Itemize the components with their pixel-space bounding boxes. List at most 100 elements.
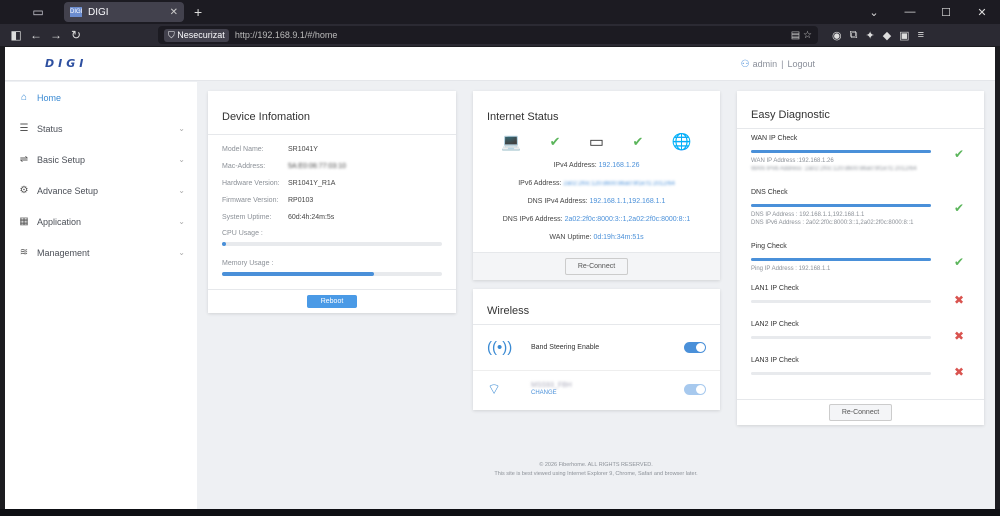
lan2-ip-check: LAN2 IP Check ✖ [737, 315, 984, 351]
internet-reconnect-button[interactable]: Re-Connect [564, 258, 629, 275]
band-steering-label: Band Steering Enable [531, 344, 600, 351]
user-icon: ⚇ [740, 59, 750, 70]
bookmark-star-icon[interactable]: ☆ [803, 30, 812, 41]
sidebar-item-label: Home [37, 92, 62, 103]
ssid-toggle[interactable] [684, 383, 706, 395]
ipv4-label: IPv4 Address: [553, 162, 597, 169]
forward-icon[interactable]: → [46, 28, 66, 42]
extension-2-icon[interactable]: ◆ [883, 29, 891, 42]
reload-icon[interactable]: ↻ [66, 28, 86, 42]
username: admin [752, 59, 778, 69]
account-icon[interactable]: ◉ [832, 29, 842, 42]
sidebar-item-application[interactable]: ▦ Application ⌄ [5, 206, 197, 237]
browser-tab[interactable]: DIGI DIGI ✕ [64, 2, 184, 22]
dns6-line: DNS IPv6 Address: 2a02:2f0c:8000:3::1,2a… [473, 211, 720, 229]
gear-icon: ⚙ [19, 185, 29, 196]
check-info: WAN IP Address :192.168.1.26 [751, 158, 834, 164]
menu-icon[interactable]: ≡ [918, 29, 924, 42]
browser-note-text: This site is best viewed using Internet … [494, 471, 698, 477]
sidebar-toggle-icon[interactable]: ◧ [6, 28, 26, 42]
model-name-row: Model Name: SR1041Y [222, 141, 456, 158]
page-footer: © 2026 Fiberhome. ALL RIGHTS RESERVED. T… [197, 461, 995, 479]
tab-overview-icon[interactable]: ▭ [26, 5, 50, 19]
diagnostic-reconnect-button[interactable]: Re-Connect [828, 404, 893, 421]
chevron-down-icon: ⌄ [178, 186, 185, 195]
diagnostic-card-footer: Re-Connect [737, 399, 984, 425]
new-tab-icon[interactable]: + [194, 4, 202, 20]
check-title: WAN IP Check [751, 135, 798, 142]
close-tab-icon[interactable]: ✕ [170, 7, 178, 18]
ssid-name: MSS93_FBH [531, 382, 572, 389]
band-steering-toggle[interactable] [684, 342, 706, 353]
dns4-label: DNS IPv4 Address: [527, 198, 588, 205]
check-fail-icon: ✖ [953, 293, 964, 307]
internet-status-card: Internet Status 💻 ✔ ▭ ✔ 🌐 IPv4 Address: … [473, 91, 720, 280]
device-info-card: Device Infomation Model Name: SR1041Y Mac… [208, 91, 456, 313]
address-bar[interactable]: ⛉ Nesecurizat http://192.168.9.1/#/home … [158, 26, 818, 44]
ipv4-value: 192.168.1.26 [598, 162, 640, 169]
sidebar-item-label: Basic Setup [37, 154, 86, 165]
stack-icon: ≋ [19, 247, 29, 258]
row-label: System Uptime: [222, 214, 272, 221]
address-bar-actions: ▤ ☆ [791, 30, 812, 41]
chevron-down-icon: ⌄ [178, 124, 185, 133]
back-icon[interactable]: ← [26, 28, 46, 42]
lan3-ip-check: LAN3 IP Check ✖ [737, 351, 984, 387]
check-progress-bar [751, 258, 931, 261]
digi-logo: DIGI [45, 57, 88, 70]
change-link[interactable]: CHANGE [531, 390, 557, 396]
firmware-version-row: Firmware Version: RP0103 [222, 192, 456, 209]
logout-link[interactable]: Logout [787, 59, 815, 69]
globe-icon: 🌐 [671, 134, 692, 151]
status-icon: ☰ [19, 123, 29, 134]
signal-icon: ((•)) [487, 339, 513, 356]
row-value: RP0103 [288, 197, 314, 204]
check-info: Ping IP Address : 192.168.1.1 [751, 266, 831, 272]
row-label: Model Name: [222, 146, 264, 153]
ipv4-line: IPv4 Address: 192.168.1.26 [473, 157, 720, 175]
reboot-button[interactable]: Reboot [306, 295, 358, 308]
cpu-usage-label: CPU Usage : [222, 230, 263, 237]
chevron-down-icon: ⌄ [178, 155, 185, 164]
minimize-icon[interactable]: — [892, 6, 928, 19]
mac-address-row: Mac-Address: 5A:E0:06:77:03:10 [222, 158, 456, 175]
uptime-value: 0d:19h:34m:51s [593, 234, 644, 241]
ipv6-value: 2a02:2f0c:120:d600:86a0:9f1e:f1:2012/64 [563, 181, 675, 187]
device-info-title: Device Infomation [208, 91, 456, 135]
row-value: SR1041Y_R1A [288, 180, 336, 187]
close-window-icon[interactable]: ✕ [964, 6, 1000, 19]
ping-check: Ping Check Ping IP Address : 192.168.1.1… [737, 237, 984, 279]
check-title: DNS Check [751, 189, 788, 196]
sidebar-item-advance-setup[interactable]: ⚙ Advance Setup ⌄ [5, 175, 197, 206]
sidebar-item-label: Advance Setup [37, 185, 99, 196]
chevron-down-icon: ⌄ [178, 217, 185, 226]
sidebar-item-management[interactable]: ≋ Management ⌄ [5, 237, 197, 268]
copyright-text: © 2026 Fiberhome. ALL RIGHTS RESERVED. [539, 462, 653, 468]
extensions-icon[interactable]: ⧉ [850, 29, 858, 42]
ssid-block: MSS93_FBH CHANGE [531, 382, 684, 396]
laptop-icon: 💻 [501, 134, 522, 151]
sidebar-item-basic-setup[interactable]: ⇌ Basic Setup ⌄ [5, 144, 197, 175]
sidebar-item-home[interactable]: ⌂ Home [5, 82, 197, 113]
wifi-icon: ⌔ [487, 380, 502, 398]
reader-view-icon[interactable]: ▤ [791, 30, 800, 41]
row-value: SR1041Y [288, 146, 318, 153]
app-header: DIGI ⚇ admin | Logout [5, 47, 995, 81]
internet-card-footer: Re-Connect [473, 252, 720, 280]
sidebar-item-status[interactable]: ☰ Status ⌄ [5, 113, 197, 144]
check-progress-bar [751, 372, 931, 375]
ipv6-label: IPv6 Address: [518, 180, 562, 187]
maximize-icon[interactable]: ☐ [928, 6, 964, 19]
tab-list-icon[interactable]: ⌄ [856, 6, 892, 19]
url-text: http://192.168.9.1/#/home [234, 30, 338, 40]
check-title: Ping Check [751, 243, 787, 250]
extension-1-icon[interactable]: ✦ [865, 29, 874, 42]
row-value: 5A:E0:06:77:03:10 [288, 163, 346, 170]
extension-3-icon[interactable]: ▣ [899, 29, 909, 42]
check-fail-icon: ✖ [953, 365, 964, 379]
check-progress-fill [751, 150, 931, 153]
check-info: DNS IP Address : 192.168.1.1,192.168.1.1 [751, 212, 865, 218]
router-app: DIGI ⚇ admin | Logout ⌂ Home ☰ Status ⌄ ⇌ B… [5, 47, 995, 509]
security-indicator[interactable]: ⛉ Nesecurizat [164, 28, 229, 42]
sidebar-item-label: Application [37, 216, 82, 227]
